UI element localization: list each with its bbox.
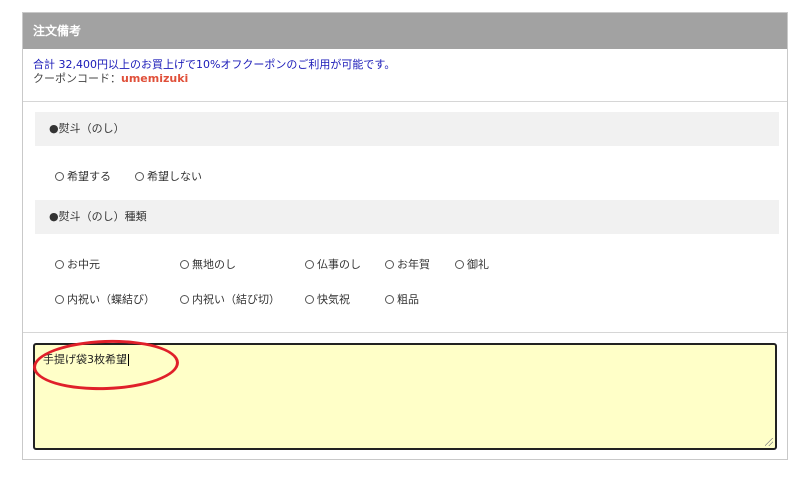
radio-icon[interactable] bbox=[55, 294, 64, 304]
noshi-type-label: お年賀 bbox=[397, 258, 430, 271]
radio-icon[interactable] bbox=[305, 294, 314, 304]
options-box: ●熨斗（のし） 希望する 希望しない ●熨斗（のし）種類 お中元 無地のし 仏事… bbox=[23, 101, 787, 333]
noshi-type-option[interactable]: 粗品 bbox=[385, 291, 419, 307]
noshi-type-label: 粗品 bbox=[397, 293, 419, 306]
noshi-type-option[interactable]: お年賀 bbox=[385, 256, 430, 272]
radio-icon[interactable] bbox=[135, 171, 144, 181]
noshi-heading: ●熨斗（のし） bbox=[35, 112, 779, 146]
coupon-notice: 合計 32,400円以上のお買上げで10%オフクーポンのご利用が可能です。 クー… bbox=[23, 49, 787, 93]
noshi-type-option[interactable]: 内祝い（蝶結び） bbox=[55, 291, 155, 307]
radio-icon[interactable] bbox=[55, 171, 64, 181]
radio-icon[interactable] bbox=[55, 259, 64, 269]
radio-icon[interactable] bbox=[385, 294, 394, 304]
radio-icon[interactable] bbox=[180, 294, 189, 304]
noshi-type-option[interactable]: 仏事のし bbox=[305, 256, 361, 272]
noshi-option-not-want[interactable]: 希望しない bbox=[135, 168, 202, 184]
noshi-type-label: 仏事のし bbox=[317, 258, 361, 271]
radio-icon[interactable] bbox=[385, 259, 394, 269]
radio-icon[interactable] bbox=[305, 259, 314, 269]
noshi-option-label: 希望しない bbox=[147, 170, 202, 183]
order-notes-panel: 注文備考 合計 32,400円以上のお買上げで10%オフクーポンのご利用が可能で… bbox=[22, 12, 788, 460]
noshi-type-label: 無地のし bbox=[192, 258, 236, 271]
noshi-option-want[interactable]: 希望する bbox=[55, 168, 111, 184]
coupon-notice-text: 合計 32,400円以上のお買上げで10%オフクーポンのご利用が可能です。 bbox=[33, 58, 396, 71]
noshi-type-option[interactable]: 無地のし bbox=[180, 256, 236, 272]
noshi-type-option[interactable]: 内祝い（結び切） bbox=[180, 291, 280, 307]
coupon-code-line: クーポンコード：umemizuki bbox=[33, 72, 777, 86]
radio-icon[interactable] bbox=[180, 259, 189, 269]
noshi-type-label: 内祝い（蝶結び） bbox=[67, 293, 155, 306]
coupon-code: umemizuki bbox=[121, 72, 189, 85]
panel-title: 注文備考 bbox=[23, 13, 787, 49]
noshi-type-label: 内祝い（結び切） bbox=[192, 293, 280, 306]
noshi-type-heading: ●熨斗（のし）種類 bbox=[35, 200, 779, 234]
noshi-type-option[interactable]: お中元 bbox=[55, 256, 100, 272]
resize-grip-icon[interactable] bbox=[765, 438, 773, 446]
noshi-type-option[interactable]: 快気祝 bbox=[305, 291, 350, 307]
noshi-type-label: 快気祝 bbox=[317, 293, 350, 306]
noshi-option-label: 希望する bbox=[67, 170, 111, 183]
noshi-type-label: 御礼 bbox=[467, 258, 489, 271]
coupon-code-label: クーポンコード： bbox=[33, 72, 121, 85]
noshi-type-label: お中元 bbox=[67, 258, 100, 271]
radio-icon[interactable] bbox=[455, 259, 464, 269]
noshi-type-option[interactable]: 御礼 bbox=[455, 256, 489, 272]
